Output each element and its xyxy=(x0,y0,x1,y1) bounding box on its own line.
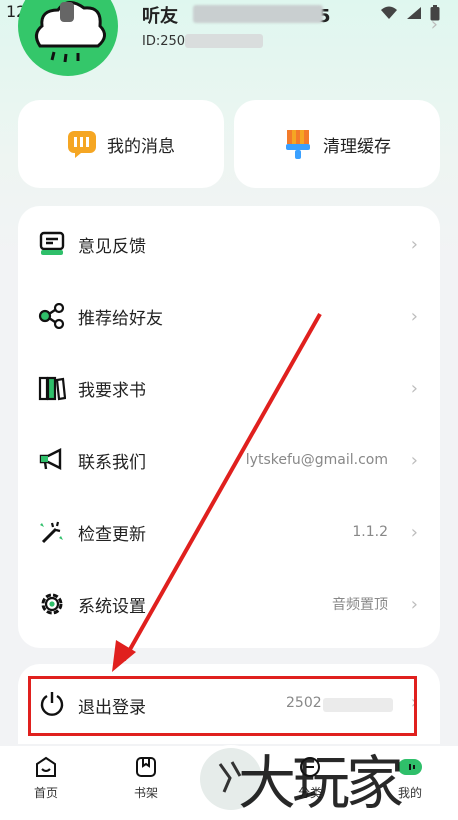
username-prefix: 听友 xyxy=(142,6,178,27)
menu-item-feedback[interactable]: 意见反馈 › xyxy=(18,208,440,280)
menu-item-system-settings[interactable]: 系统设置 音频置顶 › xyxy=(18,568,440,640)
message-icon xyxy=(68,131,96,158)
tab-home[interactable]: 首页 xyxy=(16,754,76,801)
menu-item-request-book[interactable]: 我要求书 › xyxy=(18,352,440,424)
highlight-box xyxy=(28,676,417,736)
settings-menu: 意见反馈 › 推荐给好友 › 我要求书 › 联系我们 lytskefu@gmai… xyxy=(18,206,440,648)
books-icon xyxy=(38,374,66,402)
watermark: 大玩家 xyxy=(238,749,404,817)
menu-label: 检查更新 xyxy=(78,524,146,545)
profile-chevron-icon[interactable]: › xyxy=(431,14,438,35)
menu-value: 音频置顶 xyxy=(332,597,388,613)
chevron-right-icon: › xyxy=(410,521,418,543)
clear-cache-label: 清理缓存 xyxy=(323,136,391,157)
avatar-cloud-icon xyxy=(35,1,106,63)
chevron-right-icon: › xyxy=(410,593,418,615)
my-messages-label: 我的消息 xyxy=(107,136,175,157)
brush-icon xyxy=(286,130,310,159)
feedback-icon xyxy=(38,230,66,258)
gear-icon xyxy=(38,590,66,618)
chevron-right-icon: › xyxy=(410,233,418,255)
menu-label: 联系我们 xyxy=(78,452,146,473)
user-id: ID:250 xyxy=(142,34,186,49)
menu-item-check-update[interactable]: 检查更新 1.1.2 › xyxy=(18,496,440,568)
chevron-right-icon: › xyxy=(410,449,418,471)
share-icon xyxy=(38,302,66,330)
menu-label: 我要求书 xyxy=(78,380,146,401)
menu-label: 推荐给好友 xyxy=(78,308,163,329)
home-icon xyxy=(33,754,59,780)
signal-icon xyxy=(407,7,421,19)
clear-cache-button[interactable]: 清理缓存 xyxy=(234,100,440,188)
app-version: 1.1.2 xyxy=(352,524,388,540)
profile-icon xyxy=(397,754,423,780)
tab-label: 书架 xyxy=(133,786,158,800)
megaphone-icon xyxy=(38,446,66,474)
wifi-icon xyxy=(381,6,397,19)
menu-label: 意见反馈 xyxy=(78,236,146,257)
my-messages-button[interactable]: 我的消息 xyxy=(18,100,224,188)
username-redaction xyxy=(193,5,323,23)
chevron-right-icon: › xyxy=(410,377,418,399)
contact-email: lytskefu@gmail.com xyxy=(245,452,388,468)
menu-item-contact[interactable]: 联系我们 lytskefu@gmail.com › xyxy=(18,424,440,496)
bookshelf-icon xyxy=(133,754,159,780)
user-id-redaction xyxy=(185,34,263,48)
avatar[interactable] xyxy=(18,0,118,76)
chevron-right-icon: › xyxy=(410,305,418,327)
tab-label: 我的 xyxy=(397,786,422,800)
tab-bookshelf[interactable]: 书架 xyxy=(116,754,176,801)
magic-wand-icon xyxy=(38,518,66,546)
menu-label: 系统设置 xyxy=(78,596,146,617)
menu-item-share[interactable]: 推荐给好友 › xyxy=(18,280,440,352)
tab-label: 首页 xyxy=(33,786,58,800)
